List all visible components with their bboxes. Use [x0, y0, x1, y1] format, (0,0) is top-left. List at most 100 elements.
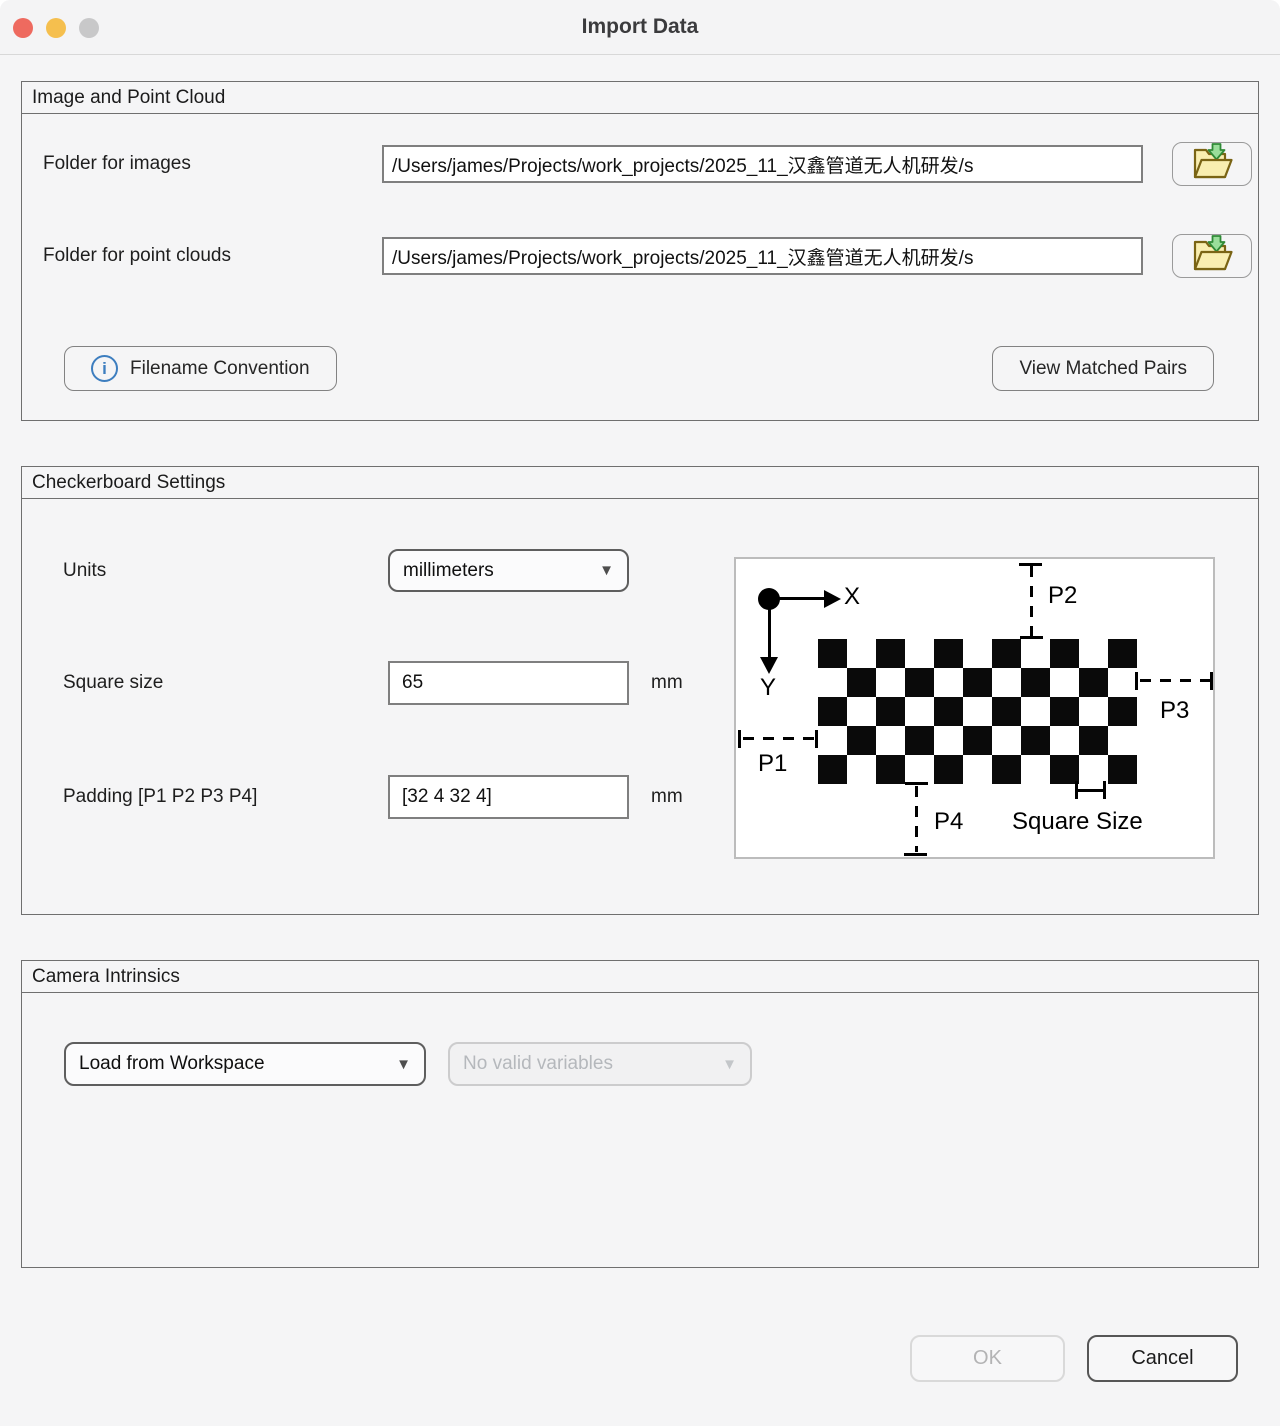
minimize-button[interactable]: [46, 18, 66, 38]
filename-convention-label: Filename Convention: [130, 358, 310, 380]
square-size-input[interactable]: [388, 661, 629, 705]
checkerboard-cell: [1079, 697, 1108, 726]
filename-convention-button[interactable]: i Filename Convention: [64, 346, 337, 391]
y-axis-arrow-icon: [760, 657, 778, 674]
square-size-bracket-line: [1078, 789, 1104, 792]
maximize-button[interactable]: [79, 18, 99, 38]
intrinsics-variable-value: No valid variables: [463, 1053, 613, 1075]
checkerboard-cell: [992, 668, 1021, 697]
p2-tick-bottom: [1020, 636, 1043, 639]
titlebar: Import Data: [0, 0, 1280, 55]
checkerboard-cell: [876, 639, 905, 668]
checkerboard-cell: [1021, 697, 1050, 726]
p4-tick-bottom: [904, 853, 927, 856]
intrinsics-row: Load from Workspace ▼ No valid variables…: [22, 1042, 1258, 1086]
import-data-dialog: Import Data Image and Point Cloud Folder…: [0, 0, 1280, 1426]
checkerboard-cell: [1079, 668, 1108, 697]
section-checkerboard-settings: Checkerboard Settings Units millimeters …: [21, 466, 1259, 915]
checkerboard-cell: [847, 726, 876, 755]
checkerboard-cell: [1050, 726, 1079, 755]
padding-unit: mm: [651, 786, 683, 808]
checkerboard-cell: [1079, 755, 1108, 784]
intrinsics-variable-dropdown[interactable]: No valid variables ▼: [448, 1042, 752, 1086]
checkerboard-cell: [992, 639, 1021, 668]
p1-label: P1: [758, 751, 787, 777]
checkerboard-cell: [963, 755, 992, 784]
units-label: Units: [63, 560, 388, 582]
checkerboard-cell: [1108, 697, 1137, 726]
intrinsics-source-dropdown[interactable]: Load from Workspace ▼: [64, 1042, 426, 1086]
padding-label: Padding [P1 P2 P3 P4]: [63, 786, 388, 808]
close-button[interactable]: [13, 18, 33, 38]
section-camera-intrinsics: Camera Intrinsics Load from Workspace ▼ …: [21, 960, 1259, 1268]
chevron-down-icon: ▼: [396, 1056, 411, 1073]
p1-tick-right: [815, 730, 818, 748]
checkerboard-cell: [818, 668, 847, 697]
checkerboard-cell: [818, 639, 847, 668]
checkerboard-cell: [934, 755, 963, 784]
padding-input[interactable]: [388, 775, 629, 819]
checkerboard-cell: [905, 668, 934, 697]
folder-pointclouds-input[interactable]: [382, 237, 1143, 275]
checkerboard-cell: [1079, 639, 1108, 668]
folder-pointclouds-row: Folder for point clouds: [22, 234, 1258, 278]
p1-tick-left: [738, 730, 741, 748]
checkerboard-cell: [876, 697, 905, 726]
checkerboard-cell: [963, 726, 992, 755]
checkerboard-cell: [963, 668, 992, 697]
checkerboard-cell: [847, 755, 876, 784]
checkerboard-cell: [905, 755, 934, 784]
ok-button[interactable]: OK: [910, 1335, 1065, 1382]
checkerboard-cell: [934, 726, 963, 755]
units-value: millimeters: [403, 560, 494, 582]
section-camera-intrinsics-title: Camera Intrinsics: [22, 961, 1258, 993]
folder-images-label: Folder for images: [43, 153, 382, 175]
checkerboard-cell: [1021, 668, 1050, 697]
checkerboard-cell: [847, 668, 876, 697]
checkerboard-cell: [1050, 697, 1079, 726]
section-image-point-cloud: Image and Point Cloud Folder for images …: [21, 81, 1259, 421]
chevron-down-icon: ▼: [599, 562, 614, 579]
checkerboard-cell: [963, 697, 992, 726]
browse-images-button[interactable]: [1172, 142, 1252, 186]
dialog-footer: OK Cancel: [0, 1335, 1280, 1382]
checkerboard-cell: [905, 726, 934, 755]
x-axis-line: [769, 597, 826, 600]
checkerboard-cell: [1108, 639, 1137, 668]
x-axis-label: X: [844, 584, 860, 610]
square-size-label: Square size: [63, 672, 388, 694]
y-axis-line: [768, 599, 771, 659]
folder-images-input[interactable]: [382, 145, 1143, 183]
checkerboard-cell: [992, 726, 1021, 755]
browse-pointclouds-button[interactable]: [1172, 234, 1252, 278]
checkerboard-cell: [992, 755, 1021, 784]
checkerboard-cell: [992, 697, 1021, 726]
p1-dashed-line: [743, 737, 815, 740]
checkerboard-cell: [847, 697, 876, 726]
checkerboard: [818, 639, 1137, 784]
checkerboard-cell: [963, 639, 992, 668]
view-matched-pairs-button[interactable]: View Matched Pairs: [992, 346, 1214, 391]
checkerboard-cell: [847, 639, 876, 668]
p2-dashed-line: [1030, 566, 1033, 637]
checkerboard-cell: [905, 697, 934, 726]
checkerboard-cell: [876, 755, 905, 784]
p4-dashed-line: [915, 786, 918, 852]
open-folder-icon: [1188, 235, 1236, 278]
p4-tick-top: [905, 782, 928, 785]
checkerboard-cell: [1050, 668, 1079, 697]
helper-buttons-row: i Filename Convention View Matched Pairs: [22, 346, 1258, 391]
open-folder-icon: [1188, 143, 1236, 186]
p3-tick-right: [1210, 672, 1213, 690]
p3-tick-left: [1135, 672, 1138, 690]
p4-label: P4: [934, 809, 963, 835]
checkerboard-cell: [1050, 755, 1079, 784]
units-dropdown[interactable]: millimeters ▼: [388, 549, 629, 592]
checkerboard-cell: [1021, 639, 1050, 668]
checkerboard-cell: [1108, 755, 1137, 784]
traffic-lights: [13, 18, 99, 38]
window-title: Import Data: [582, 15, 699, 39]
checkerboard-cell: [1050, 639, 1079, 668]
x-axis-arrow-icon: [824, 590, 841, 608]
cancel-button[interactable]: Cancel: [1087, 1335, 1238, 1382]
